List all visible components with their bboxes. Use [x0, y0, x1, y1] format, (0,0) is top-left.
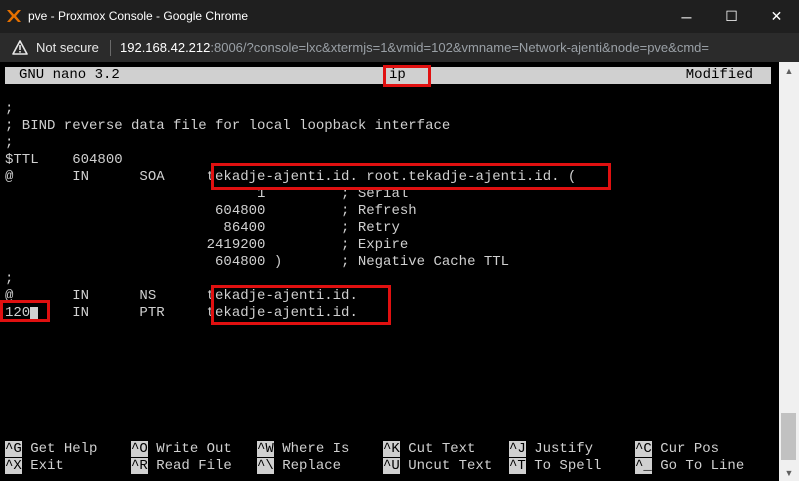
minimize-button[interactable]: ─	[664, 0, 709, 33]
window-title: pve - Proxmox Console - Google Chrome	[28, 9, 249, 23]
nano-modified-status: Modified	[685, 67, 753, 83]
shortcut-to-spell[interactable]: ^T To Spell	[509, 458, 601, 475]
scroll-up-arrow-icon[interactable]: ▲	[779, 62, 799, 79]
terminal-scrollbar[interactable]: ▲ ▼	[779, 62, 799, 481]
maximize-button[interactable]: ☐	[709, 0, 754, 33]
shortcut-write-out[interactable]: ^O Write Out	[131, 441, 232, 458]
address-divider	[110, 40, 111, 56]
file-line[interactable]: ;	[5, 135, 13, 152]
file-line[interactable]: ;	[5, 101, 13, 118]
file-line[interactable]: 604800 ) ; Negative Cache TTL	[5, 254, 509, 271]
browser-title-bar: pve - Proxmox Console - Google Chrome ─ …	[0, 0, 799, 33]
shortcut-exit[interactable]: ^X Exit	[5, 458, 64, 475]
shortcut-cut-text[interactable]: ^K Cut Text	[383, 441, 475, 458]
proxmox-logo-icon	[7, 10, 21, 22]
annotation-box-filename	[383, 65, 431, 87]
file-line[interactable]: 604800 ; Refresh	[5, 203, 417, 220]
file-line[interactable]: ; BIND reverse data file for local loopb…	[5, 118, 450, 135]
file-line[interactable]: ;	[5, 271, 13, 288]
file-line[interactable]: $TTL 604800	[5, 152, 123, 169]
terminal-console[interactable]: GNU nano 3.2 ip Modified ; ; BIND revers…	[0, 62, 779, 481]
url-host: 192.168.42.212	[120, 40, 211, 55]
url-text[interactable]: 192.168.42.212:8006/?console=lxc&xtermjs…	[120, 40, 709, 55]
scroll-down-arrow-icon[interactable]: ▼	[779, 464, 799, 481]
annotation-box-ns-ptr-target	[211, 285, 391, 325]
shortcut-replace[interactable]: ^\ Replace	[257, 458, 341, 475]
shortcut-read-file[interactable]: ^R Read File	[131, 458, 232, 475]
url-path: :8006/?console=lxc&xtermjs=1&vmid=102&vm…	[210, 40, 709, 55]
file-line[interactable]: 2419200 ; Expire	[5, 237, 409, 254]
file-line[interactable]: 86400 ; Retry	[5, 220, 399, 237]
shortcut-uncut-text[interactable]: ^U Uncut Text	[383, 458, 492, 475]
warning-icon[interactable]	[12, 40, 28, 55]
shortcut-justify[interactable]: ^J Justify	[509, 441, 593, 458]
nano-version: GNU nano 3.2	[19, 67, 120, 83]
shortcut-go-to-line[interactable]: ^_ Go To Line	[635, 458, 744, 475]
annotation-box-soa-record	[211, 163, 611, 190]
annotation-box-ptr-address	[0, 300, 50, 322]
scrollbar-thumb[interactable]	[781, 413, 796, 460]
close-button[interactable]: ✕	[754, 0, 799, 33]
shortcut-where-is[interactable]: ^W Where Is	[257, 441, 349, 458]
address-bar[interactable]: Not secure 192.168.42.212:8006/?console=…	[0, 33, 799, 62]
not-secure-label[interactable]: Not secure	[36, 40, 99, 55]
shortcut-get-help[interactable]: ^G Get Help	[5, 441, 97, 458]
shortcut-cur-pos[interactable]: ^C Cur Pos	[635, 441, 719, 458]
